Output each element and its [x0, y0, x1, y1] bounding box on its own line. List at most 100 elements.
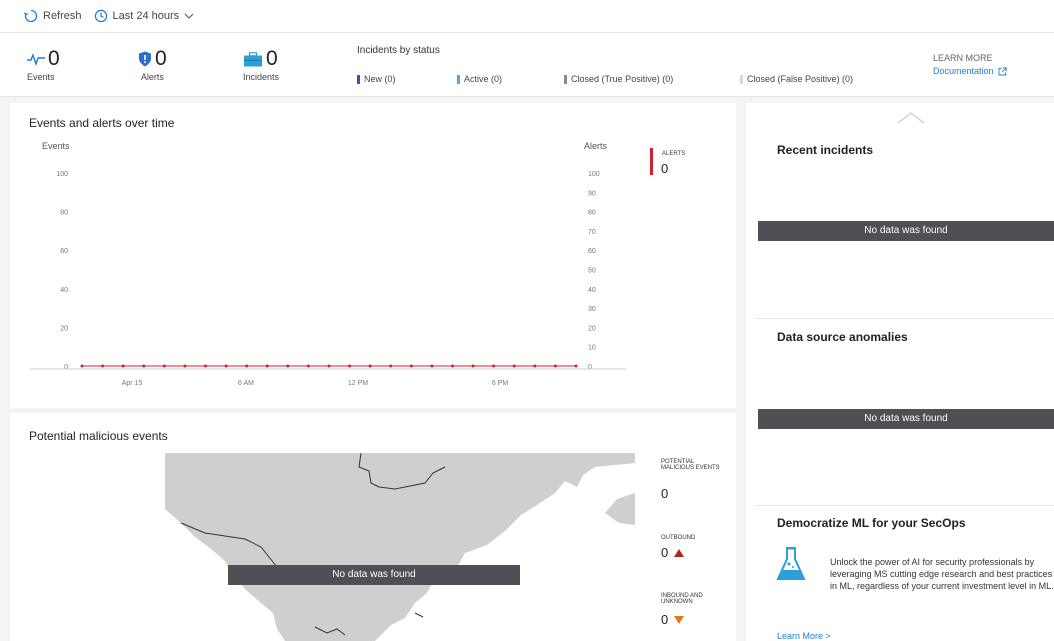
right-axis-label: Alerts: [584, 141, 608, 151]
alerts-stat[interactable]: 0 Alerts: [138, 48, 167, 82]
anomalies-no-data: No data was found: [758, 409, 1054, 429]
triangle-down-icon: [674, 615, 685, 624]
learn-more-label: LEARN MORE: [933, 53, 993, 63]
refresh-button[interactable]: Refresh: [24, 9, 82, 23]
status-closed-false-label: Closed (False Positive) (0): [747, 74, 854, 84]
status-closed-true-swatch: [564, 74, 567, 84]
ml-title: Democratize ML for your SecOps: [777, 516, 966, 530]
status-new-label: New (0): [364, 74, 396, 84]
left-axis-tick: 60: [60, 248, 68, 255]
x-axis-tick: 12 PM: [348, 380, 368, 387]
alerts-data-point: [327, 364, 331, 368]
refresh-label: Refresh: [43, 10, 82, 22]
alerts-data-point: [162, 364, 166, 368]
events-alerts-chart: Events Alerts 0 20 40 60 80 100 0 10 20 30 40 50 60 70 8…: [30, 141, 626, 387]
timerange-selector[interactable]: Last 24 hours: [94, 9, 195, 23]
documentation-label: Documentation: [933, 66, 994, 76]
right-axis-tick: 60: [588, 248, 596, 255]
left-axis-tick: 80: [60, 210, 68, 217]
alerts-data-point: [204, 364, 207, 368]
inbound-count: 0: [661, 612, 669, 627]
status-active-label: Active (0): [464, 74, 503, 84]
right-axis-tick: 0: [588, 364, 592, 371]
right-axis-tick: 40: [588, 287, 596, 294]
left-axis-tick: 100: [56, 171, 68, 178]
incidents-stat[interactable]: 0 Incidents: [243, 48, 280, 83]
right-axis-tick: 70: [588, 229, 596, 236]
timerange-label: Last 24 hours: [112, 10, 180, 22]
incidents-by-status-title: Incidents by status: [357, 45, 440, 56]
recent-incidents-title: Recent incidents: [777, 143, 874, 157]
right-axis-tick: 30: [588, 306, 596, 313]
refresh-icon: [24, 9, 38, 23]
status-closed-true[interactable]: Closed (True Positive) (0): [564, 74, 673, 84]
alerts-data-point: [533, 364, 537, 368]
alerts-data-point: [80, 364, 84, 368]
triangle-up-icon: [674, 548, 685, 557]
events-stat[interactable]: 0 Events: [27, 48, 60, 82]
alerts-data-point: [306, 364, 310, 368]
alerts-legend-label: ALERTS: [662, 151, 686, 157]
clock-icon: [94, 9, 107, 23]
right-axis-tick: 100: [588, 171, 600, 178]
divider: [756, 505, 1054, 506]
documentation-link[interactable]: Documentation: [933, 66, 1007, 76]
x-axis-tick: 6 PM: [492, 380, 509, 387]
status-closed-false[interactable]: Closed (False Positive) (0): [740, 74, 853, 84]
right-axis-tick: 90: [588, 190, 596, 197]
world-map[interactable]: [165, 453, 635, 641]
outbound-label: OUTBOUND: [661, 535, 696, 541]
summary-bar: 0 Events 0 Alerts 0 Incidents Incidents …: [0, 33, 1054, 97]
alerts-data-point: [553, 364, 557, 368]
incidents-label: Incidents: [243, 72, 280, 82]
left-axis-tick: 20: [60, 325, 68, 332]
events-label: Events: [27, 72, 55, 82]
right-axis-tick: 80: [588, 210, 596, 217]
alerts-data-point: [183, 364, 187, 368]
alerts-data-point: [245, 364, 249, 368]
alerts-data-point: [409, 364, 413, 368]
inbound-value: 0: [661, 612, 685, 627]
malicious-events-panel: Potential malicious events No data was f…: [10, 413, 736, 641]
ml-description: Unlock the power of AI for security prof…: [830, 557, 1054, 591]
alerts-data-point: [368, 364, 372, 368]
status-closed-false-swatch: [740, 74, 743, 84]
status-active[interactable]: Active (0): [457, 74, 502, 84]
alerts-data-point: [492, 364, 496, 368]
left-axis-label: Events: [42, 141, 70, 151]
alerts-data-point: [512, 364, 516, 368]
alerts-data-point: [121, 364, 125, 368]
alerts-data-point: [471, 364, 475, 368]
alerts-data-point: [574, 364, 578, 368]
potential-malicious-label: POTENTIAL MALICIOUS EVENTS: [661, 459, 720, 471]
outbound-count: 0: [661, 545, 669, 560]
toolbar: Refresh Last 24 hours: [0, 0, 1054, 33]
left-axis-tick: 0: [64, 364, 68, 371]
briefcase-icon: [244, 51, 262, 66]
right-axis-tick: 50: [588, 268, 596, 275]
alerts-count: 0: [155, 47, 167, 70]
alerts-data-point: [101, 364, 105, 368]
right-axis-tick: 10: [588, 345, 596, 352]
outbound-value: 0: [661, 545, 685, 560]
alerts-data-point: [224, 364, 228, 368]
recent-incidents-no-data: No data was found: [758, 221, 1054, 241]
alerts-data-point: [348, 364, 352, 368]
events-count: 0: [48, 47, 60, 70]
divider: [756, 318, 1054, 319]
flask-icon: [776, 547, 806, 580]
learn-more-link[interactable]: Learn More >: [777, 631, 831, 641]
status-new[interactable]: New (0): [357, 74, 396, 84]
potential-malicious-count: 0: [661, 486, 669, 501]
collapse-up-icon[interactable]: [896, 111, 926, 125]
alerts-data-point: [389, 364, 393, 368]
malicious-no-data: No data was found: [228, 565, 520, 585]
alerts-data-point: [142, 364, 146, 368]
status-new-swatch: [357, 74, 360, 84]
alerts-legend-value: 0: [661, 161, 669, 176]
right-panel: Recent incidents No data was found Data …: [746, 103, 1054, 641]
shield-icon: [139, 51, 151, 67]
anomalies-title: Data source anomalies: [777, 330, 908, 344]
events-alerts-panel: Events and alerts over time Events Alerts…: [10, 103, 736, 408]
pulse-icon: [27, 52, 45, 66]
